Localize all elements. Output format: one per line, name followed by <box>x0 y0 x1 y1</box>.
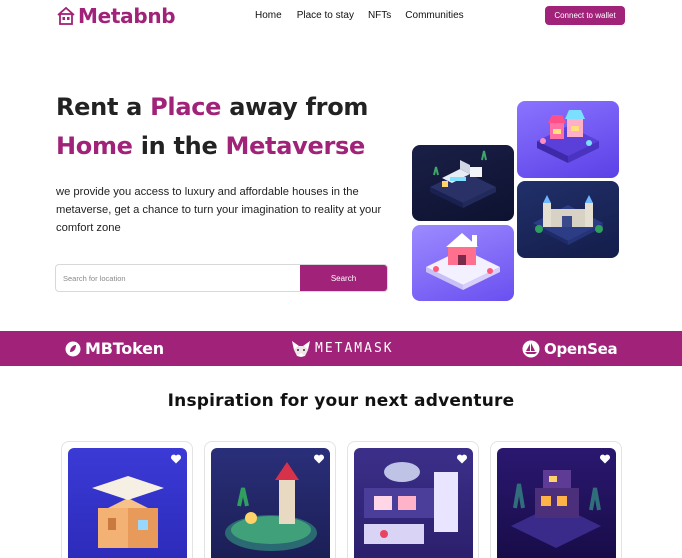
listing-card[interactable] <box>347 441 479 558</box>
listing-image <box>68 448 187 558</box>
nav-communities[interactable]: Communities <box>405 10 463 21</box>
search-input[interactable] <box>56 265 300 291</box>
nav-place-to-stay[interactable]: Place to stay <box>297 10 354 21</box>
partner-metamask[interactable]: METAMASK <box>291 331 394 366</box>
listing-image <box>354 448 473 558</box>
partner-opensea[interactable]: OpenSea <box>522 331 618 366</box>
logo[interactable]: Metabnb <box>56 4 176 28</box>
connect-wallet-button[interactable]: Connect to wallet <box>545 6 625 25</box>
mbtoken-icon <box>65 341 81 356</box>
hero-description: we provide you access to luxury and affo… <box>56 186 382 234</box>
listing-card[interactable] <box>490 441 622 558</box>
main-nav: Home Place to stay NFTs Communities <box>255 10 478 21</box>
nav-home[interactable]: Home <box>255 10 282 21</box>
favorite-heart-icon[interactable] <box>170 453 182 465</box>
listing-image <box>211 448 330 558</box>
metamask-fox-icon <box>292 340 310 357</box>
hero-image-villa <box>412 145 514 221</box>
house-logo-icon <box>57 6 75 25</box>
hero-title: Rent a Place away from Home in the Metav… <box>56 88 416 166</box>
listing-card[interactable] <box>204 441 336 558</box>
partner-label: OpenSea <box>544 339 618 358</box>
hero-title-accent: Home <box>56 132 133 160</box>
favorite-heart-icon[interactable] <box>313 453 325 465</box>
favorite-heart-icon[interactable] <box>599 453 611 465</box>
hero-title-accent: Metaverse <box>225 132 366 160</box>
favorite-heart-icon[interactable] <box>456 453 468 465</box>
hero-title-part: in the <box>132 132 226 160</box>
hero-title-part: away from <box>221 93 369 121</box>
search-button[interactable]: Search <box>300 265 387 291</box>
logo-text: Metabnb <box>78 4 176 28</box>
partner-label: MBToken <box>85 339 164 358</box>
listing-card[interactable] <box>61 441 193 558</box>
search-bar: Search <box>55 264 388 292</box>
listing-image <box>497 448 616 558</box>
nav-nfts[interactable]: NFTs <box>368 10 391 21</box>
hero-title-part: Rent a <box>56 93 151 121</box>
opensea-boat-icon <box>522 340 540 357</box>
partner-mbtoken[interactable]: MBToken <box>65 331 164 366</box>
hero-image-market <box>517 101 619 178</box>
hero-image-snow-house <box>412 225 514 301</box>
hero-image-castle <box>517 181 619 258</box>
partner-label: METAMASK <box>315 341 394 356</box>
hero-title-accent: Place <box>150 93 222 121</box>
partners-band: MBToken METAMASK OpenSea <box>0 331 682 366</box>
section-title: Inspiration for your next adventure <box>167 391 515 411</box>
